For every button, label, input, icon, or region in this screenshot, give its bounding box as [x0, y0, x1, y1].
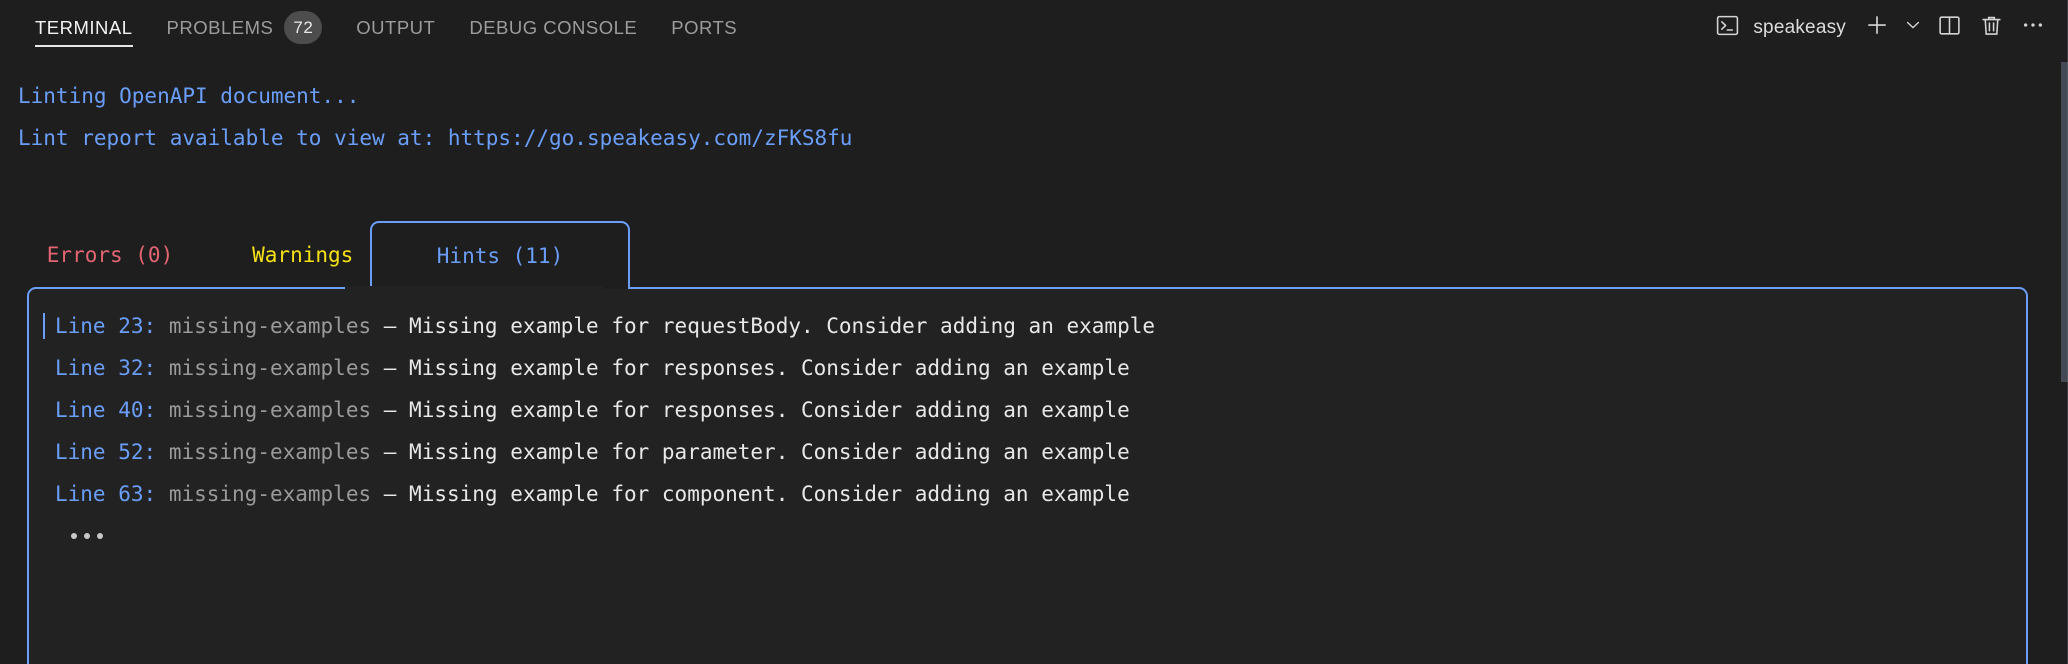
- panel-header: TERMINAL PROBLEMS 72 OUTPUT DEBUG CONSOL…: [0, 0, 2068, 55]
- more-actions-button[interactable]: [2012, 7, 2054, 49]
- tab-output-label: OUTPUT: [356, 16, 436, 38]
- panel-tab-list: TERMINAL PROBLEMS 72 OUTPUT DEBUG CONSOL…: [0, 0, 754, 55]
- active-terminal-name: speakeasy: [1753, 16, 1846, 38]
- terminal-line-linting: Linting OpenAPI document...: [18, 84, 360, 108]
- hint-message: – Missing example for responses. Conside…: [383, 398, 1130, 422]
- tab-output[interactable]: OUTPUT: [339, 0, 452, 55]
- ellipsis-icon: [2020, 12, 2046, 43]
- lint-tab-hints[interactable]: Hints (11): [370, 221, 630, 289]
- hint-line-number: Line 40:: [55, 398, 157, 422]
- plus-icon: [1864, 12, 1890, 43]
- tab-terminal-label: TERMINAL: [35, 16, 133, 38]
- hint-rule-name: missing-examples: [168, 398, 372, 422]
- hint-rule-name: missing-examples: [168, 314, 372, 338]
- hint-rule-name: missing-examples: [168, 440, 372, 464]
- hint-message: – Missing example for component. Conside…: [383, 482, 1130, 506]
- ellipsis-dot: [84, 533, 90, 539]
- terminal-line-report-url: Lint report available to view at: https:…: [18, 126, 853, 150]
- hint-message: – Missing example for parameter. Conside…: [383, 440, 1130, 464]
- tab-active-underline: [35, 45, 133, 47]
- hints-more-indicator: [29, 515, 2026, 557]
- hint-rule-name: missing-examples: [168, 356, 372, 380]
- lint-tab-hints-label: Hints (11): [436, 244, 564, 268]
- new-terminal-profile-dropdown[interactable]: [1898, 7, 1928, 49]
- hint-line-number: Line 63:: [55, 482, 157, 506]
- tab-debug-console[interactable]: DEBUG CONSOLE: [452, 0, 654, 55]
- hint-line-number: Line 23:: [55, 314, 157, 338]
- split-panel-icon: [1937, 13, 1962, 43]
- hint-row[interactable]: Line 40: missing-examples – Missing exam…: [29, 389, 2026, 431]
- tab-ports-label: PORTS: [671, 16, 738, 38]
- tab-problems-label: PROBLEMS: [166, 16, 274, 38]
- hint-row[interactable]: Line 23: missing-examples – Missing exam…: [29, 305, 2026, 347]
- lint-tab-errors-label: Errors (0): [46, 243, 174, 267]
- tab-problems[interactable]: PROBLEMS 72: [150, 0, 340, 55]
- hint-line-number: Line 32:: [55, 356, 157, 380]
- trash-icon: [1979, 13, 2004, 43]
- ellipsis-dot: [97, 533, 103, 539]
- tab-terminal[interactable]: TERMINAL: [18, 0, 150, 55]
- lint-tab-errors[interactable]: Errors (0): [36, 221, 184, 289]
- hint-rule-name: missing-examples: [168, 482, 372, 506]
- terminal-scrollbar-thumb[interactable]: [2061, 62, 2068, 382]
- hint-message: – Missing example for requestBody. Consi…: [383, 314, 1155, 338]
- terminal-cursor: [43, 313, 45, 339]
- hint-message: – Missing example for responses. Conside…: [383, 356, 1130, 380]
- terminal-output-area[interactable]: Linting OpenAPI document... Lint report …: [0, 55, 2068, 664]
- hints-list: Line 23: missing-examples – Missing exam…: [29, 289, 2026, 557]
- panel-header-actions: speakeasy: [1705, 0, 2054, 55]
- hint-row[interactable]: Line 63: missing-examples – Missing exam…: [29, 473, 2026, 515]
- problems-count-badge: 72: [284, 11, 323, 44]
- hints-panel: Line 23: missing-examples – Missing exam…: [27, 287, 2028, 664]
- active-terminal-chip[interactable]: speakeasy: [1705, 8, 1856, 48]
- tab-ports[interactable]: PORTS: [654, 0, 754, 55]
- chevron-down-icon: [1903, 15, 1923, 40]
- hints-tab-notch: [345, 286, 603, 291]
- ellipsis-dot: [71, 533, 77, 539]
- kill-terminal-button[interactable]: [1970, 7, 2012, 49]
- terminal-prompt-icon: [1715, 13, 1740, 43]
- hint-row[interactable]: Line 32: missing-examples – Missing exam…: [29, 347, 2026, 389]
- new-terminal-button[interactable]: [1856, 7, 1898, 49]
- split-terminal-button[interactable]: [1928, 7, 1970, 49]
- hint-line-number: Line 52:: [55, 440, 157, 464]
- lint-tab-list: Errors (0) Warnings (0) Hints (11): [0, 221, 2068, 289]
- hint-row[interactable]: Line 52: missing-examples – Missing exam…: [29, 431, 2026, 473]
- tab-debug-console-label: DEBUG CONSOLE: [469, 16, 638, 38]
